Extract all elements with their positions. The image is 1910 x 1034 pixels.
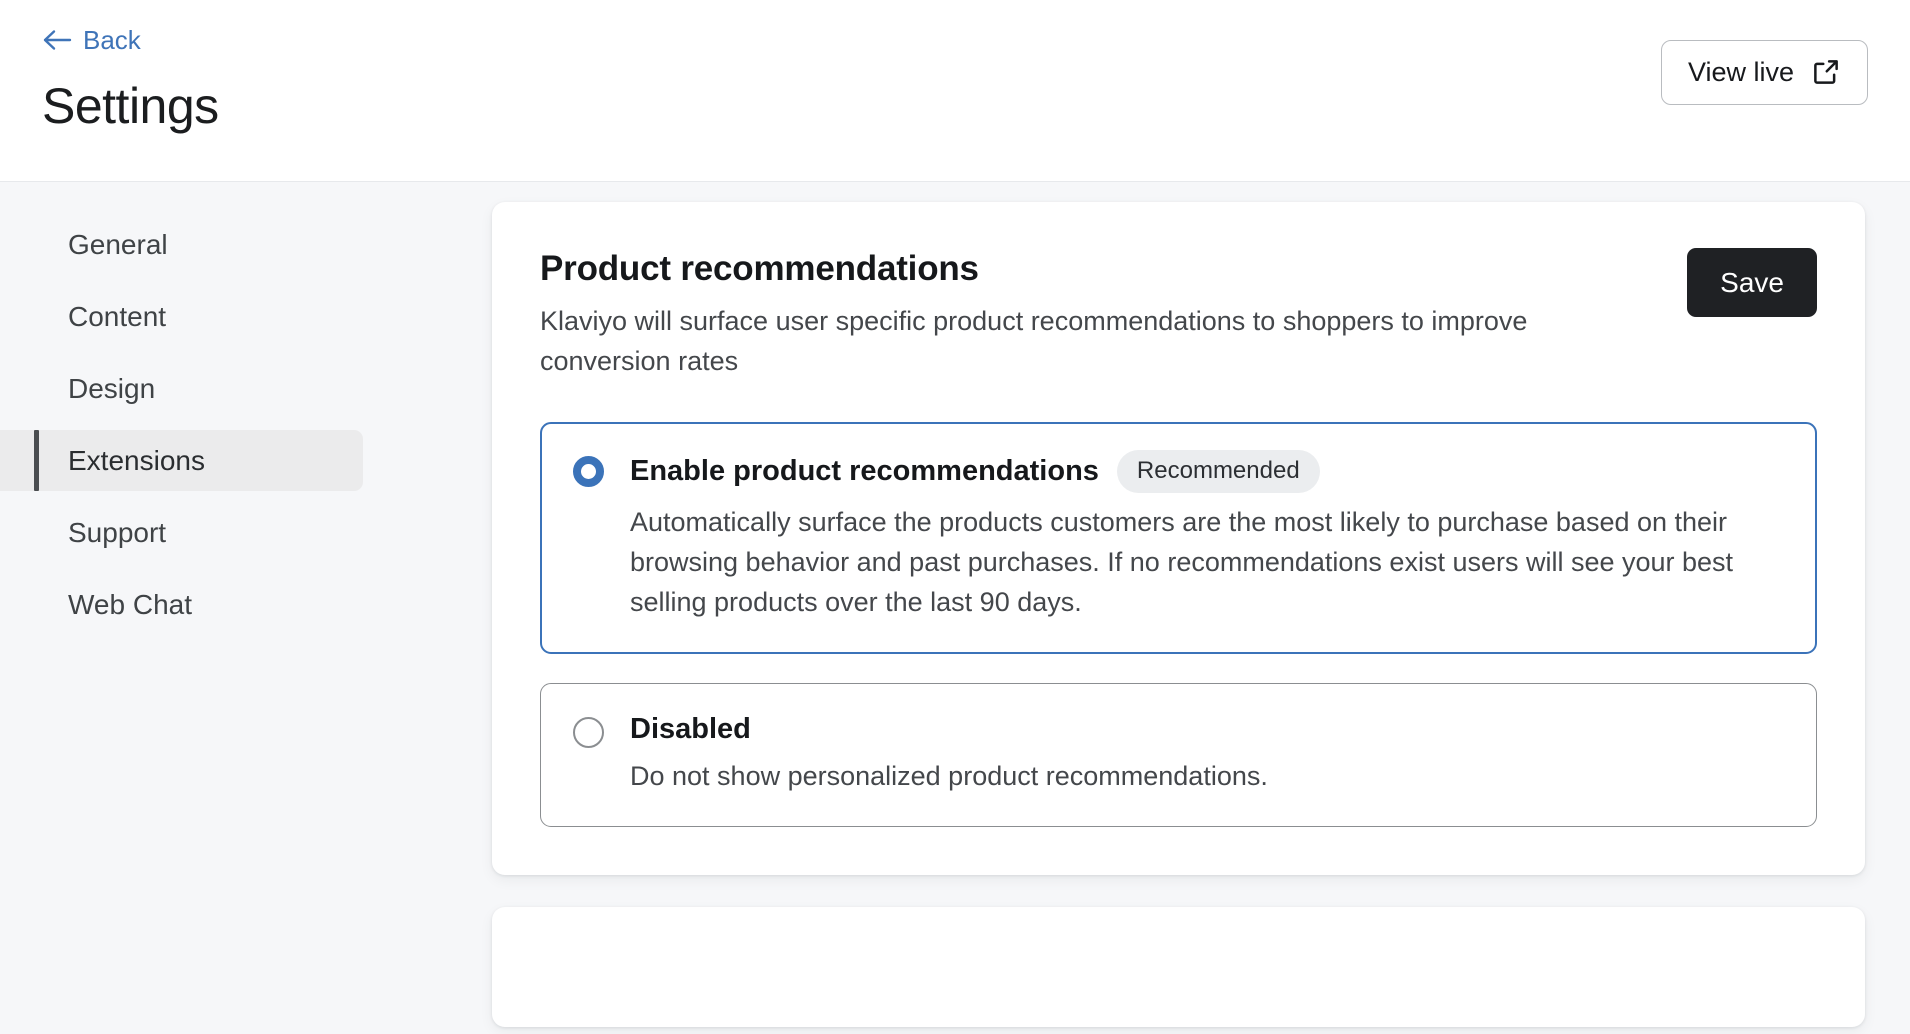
sidebar-item-label: Support (68, 516, 167, 548)
option-enable-product-recommendations[interactable]: Enable product recommendations Recommend… (540, 421, 1817, 654)
option-description: Do not show personalized product recomme… (630, 760, 1268, 791)
page-body: General Content Design Extensions Suppor… (0, 182, 1910, 1034)
sidebar-item-content[interactable]: Content (0, 286, 363, 347)
radio-enable-product-recommendations[interactable] (573, 455, 604, 487)
status-badge: Recommended (1116, 449, 1320, 493)
card-header: Product recommendations Klaviyo will sur… (540, 248, 1817, 382)
view-live-label: View live (1687, 56, 1794, 87)
sidebar-item-design[interactable]: Design (0, 358, 363, 419)
settings-main: Product recommendations Klaviyo will sur… (445, 182, 1910, 1034)
back-link[interactable]: Back (42, 27, 141, 53)
sidebar-item-web-chat[interactable]: Web Chat (0, 574, 363, 635)
sidebar-item-label: Extensions (68, 444, 205, 476)
recommendation-options-group: Enable product recommendations Recommend… (540, 421, 1817, 828)
arrow-left-icon (42, 28, 72, 52)
option-disabled[interactable]: Disabled Do not show personalized produc… (540, 682, 1817, 828)
card-header-text: Product recommendations Klaviyo will sur… (540, 248, 1640, 382)
option-title: Disabled (630, 712, 751, 745)
option-title: Enable product recommendations (630, 455, 1099, 488)
sidebar-item-label: Design (68, 372, 156, 404)
settings-sidebar: General Content Design Extensions Suppor… (0, 182, 445, 646)
option-title-row: Disabled (630, 711, 1786, 747)
view-live-button[interactable]: View live (1660, 40, 1868, 105)
option-description: Automatically surface the products custo… (630, 506, 1734, 618)
sidebar-item-extensions[interactable]: Extensions (0, 430, 363, 491)
sidebar-item-label: General (68, 228, 168, 260)
next-settings-card (492, 907, 1865, 1028)
option-title-row: Enable product recommendations Recommend… (630, 449, 1786, 493)
sidebar-item-label: Web Chat (68, 588, 192, 620)
sidebar-item-support[interactable]: Support (0, 502, 363, 563)
option-body: Enable product recommendations Recommend… (630, 449, 1786, 623)
settings-page: Back Settings View live General Content (0, 0, 1910, 1034)
page-header: Back Settings View live (0, 0, 1910, 182)
sidebar-item-general[interactable]: General (0, 214, 363, 275)
radio-disabled[interactable] (573, 716, 604, 748)
sidebar-item-label: Content (68, 300, 167, 332)
back-label: Back (83, 25, 141, 55)
product-recommendations-card: Product recommendations Klaviyo will sur… (492, 202, 1865, 876)
card-title: Product recommendations (540, 249, 979, 288)
card-description: Klaviyo will surface user specific produ… (540, 306, 1528, 376)
save-button[interactable]: Save (1687, 248, 1817, 317)
external-link-icon (1811, 57, 1841, 87)
option-body: Disabled Do not show personalized produc… (630, 711, 1786, 796)
page-title: Settings (42, 78, 219, 134)
